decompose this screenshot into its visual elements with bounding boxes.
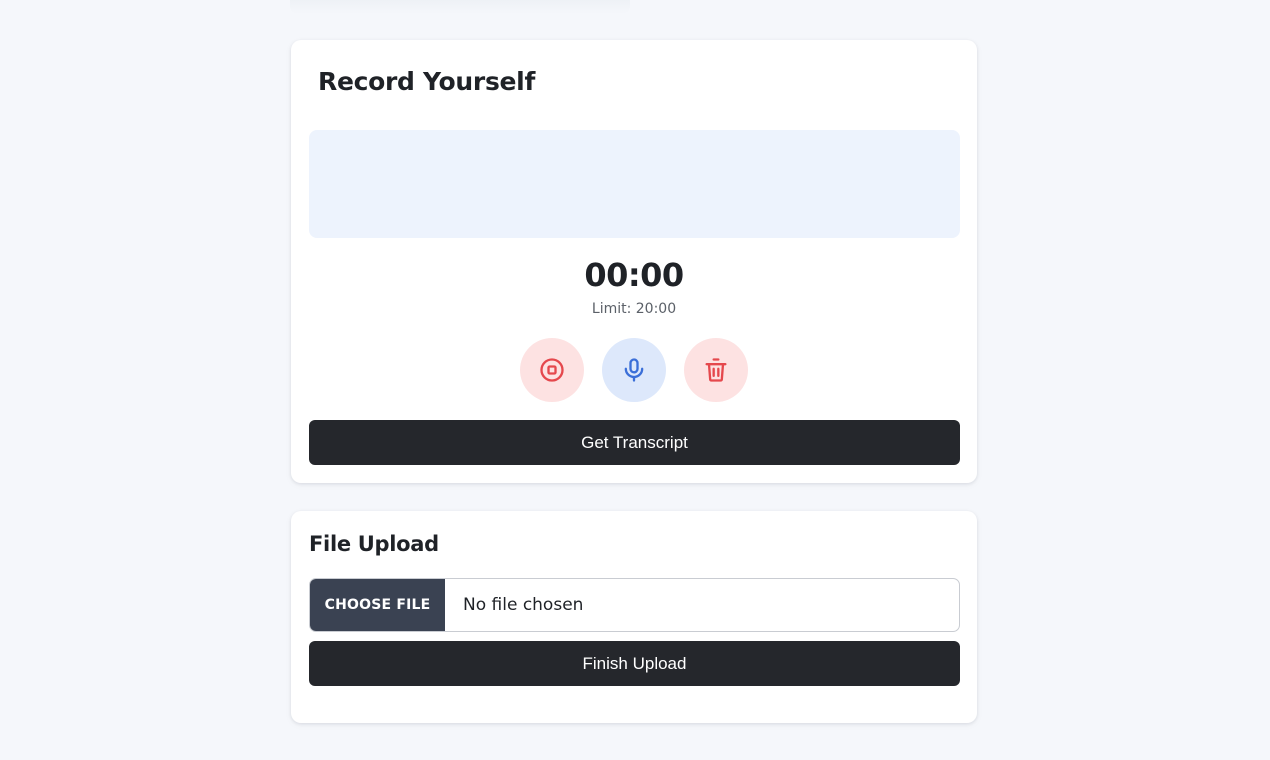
upload-title: File Upload [309, 532, 439, 556]
recording-limit: Limit: 20:00 [591, 301, 677, 317]
stop-circle-icon [540, 358, 564, 382]
file-input[interactable]: CHOOSE FILE No file chosen [309, 578, 960, 632]
audio-visualizer [309, 130, 960, 238]
finish-upload-button[interactable]: Finish Upload [309, 641, 960, 686]
stop-button[interactable] [520, 338, 584, 402]
file-status-text: No file chosen [463, 595, 584, 615]
get-transcript-button[interactable]: Get Transcript [309, 420, 960, 465]
record-card: Record Yourself 00:00 Limit: 20:00 Get T… [291, 40, 977, 483]
choose-file-button[interactable]: CHOOSE FILE [310, 579, 445, 631]
upload-card: File Upload CHOOSE FILE No file chosen F… [291, 511, 977, 723]
microphone-icon [624, 358, 644, 382]
microphone-button[interactable] [602, 338, 666, 402]
delete-button[interactable] [684, 338, 748, 402]
trash-icon [705, 358, 727, 382]
top-scroll-fade [290, 0, 630, 14]
recording-timer: 00:00 [584, 256, 684, 294]
record-title: Record Yourself [318, 67, 536, 96]
recording-controls [291, 338, 977, 402]
